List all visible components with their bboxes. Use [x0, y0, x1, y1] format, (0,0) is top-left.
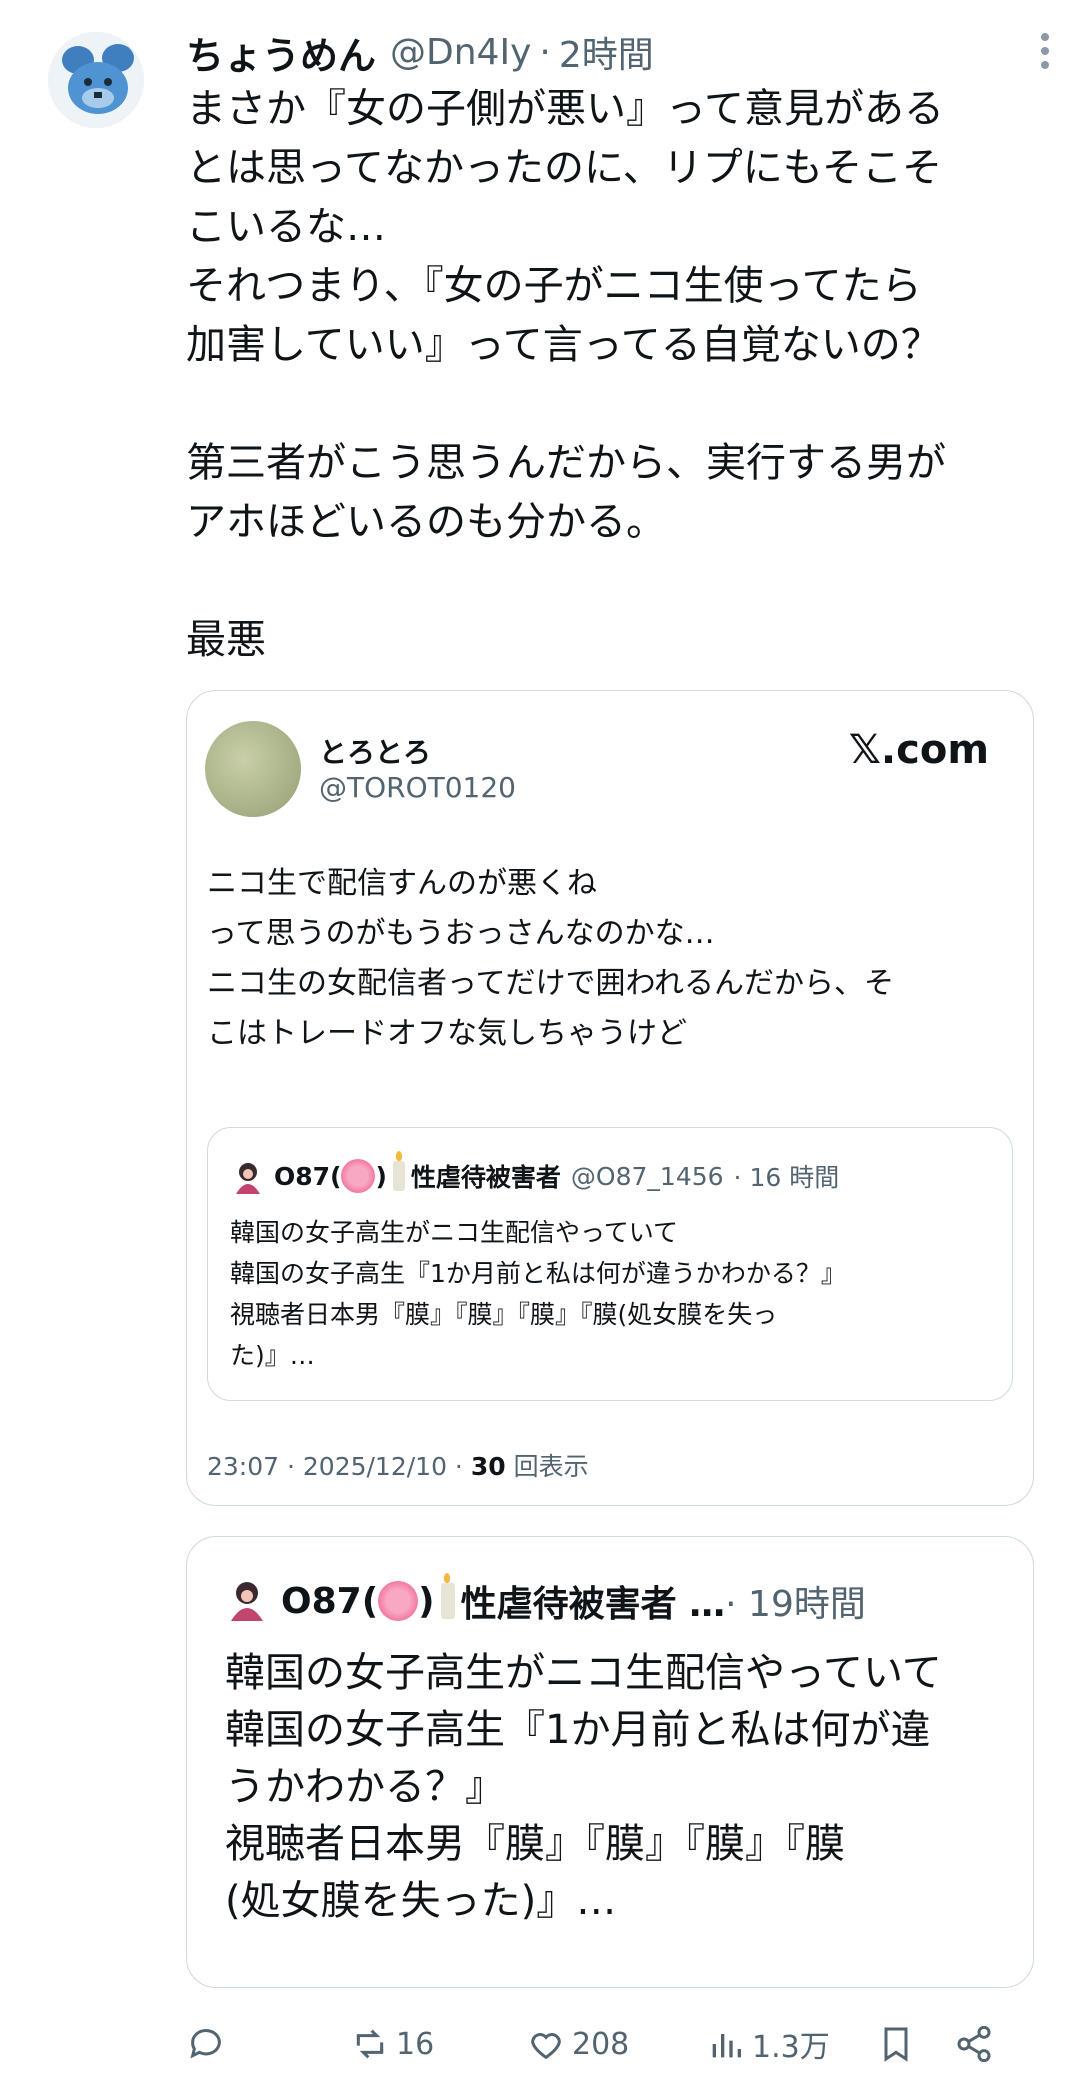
quote-header: O87( ) 性虐待被害者 @O87_1456 · 16 時間 — [274, 1151, 840, 1194]
reply-button[interactable] — [186, 2016, 226, 2072]
retweet-count: 16 — [396, 2026, 435, 2062]
x-logo-icon: 𝕏.com — [848, 727, 989, 773]
quote-handle[interactable]: @O87_1456 — [571, 1162, 724, 1191]
views-chart-icon — [712, 2034, 741, 2058]
quote-time: · 16 時間 — [733, 1163, 840, 1192]
tweet-header: ちょうめん @Dn4Iy · 2時間 — [186, 22, 1050, 82]
cherry-blossom-icon — [341, 1159, 376, 1193]
retweet-button[interactable]: 16 — [350, 2016, 434, 2072]
bookmark-button[interactable] — [876, 2016, 916, 2072]
quoted-tweet-card[interactable]: O87( ) 性虐待被害者 … · 19時間 韓国の女子高生がニコ生配信やってい… — [186, 1536, 1034, 1988]
action-bar: 16 208 1.3万 — [186, 2016, 1066, 2072]
more-options-icon[interactable] — [1030, 28, 1060, 74]
tweet-text: まさか『女の子側が悪い』って意見がある とは思ってなかったのに、リプにもそこそ … — [186, 86, 946, 663]
quoted-header: O87( ) 性虐待被害者 … · 19時間 — [281, 1573, 866, 1627]
embed-display-name[interactable]: とろとろ — [319, 731, 431, 771]
nested-quote-card[interactable]: O87( ) 性虐待被害者 @O87_1456 · 16 時間 韓国の女子高生が… — [207, 1127, 1013, 1401]
embed-text: ニコ生で配信すんのが悪くね って思うのがもうおっさんなのかな… ニコ生の女配信者… — [207, 866, 894, 1051]
bookmark-icon — [884, 2027, 908, 2062]
quote-display-name-suffix[interactable]: ) — [375, 1162, 386, 1191]
quote-avatar-icon — [230, 1160, 266, 1196]
reply-icon — [190, 2029, 221, 2059]
like-count: 208 — [572, 2026, 630, 2062]
avatar[interactable] — [48, 32, 144, 128]
candle-icon — [392, 1151, 405, 1191]
retweet-icon — [356, 2029, 384, 2059]
quoted-display-name-prefix[interactable]: O87( — [281, 1581, 378, 1622]
embed-avatar[interactable] — [205, 721, 301, 817]
quote-display-name[interactable]: 性虐待被害者 — [411, 1158, 561, 1194]
embed-view-count: 30 — [470, 1452, 506, 1481]
embed-timestamp: 23:07 · 2025/12/10 · — [207, 1452, 471, 1481]
share-button[interactable] — [954, 2016, 994, 2072]
embed-view-label: 回表示 — [505, 1452, 589, 1481]
view-count: 1.3万 — [752, 2030, 830, 2065]
embed-handle[interactable]: @TOROT0120 — [319, 771, 516, 804]
user-handle[interactable]: @Dn4Iy — [390, 32, 531, 73]
share-icon — [957, 2025, 991, 2063]
quoted-text: 韓国の女子高生がニコ生配信やっていて 韓国の女子高生『1か月前と私は何が違 うか… — [225, 1650, 942, 1924]
quoted-time: · 19時間 — [725, 1584, 866, 1625]
embedded-link-card[interactable]: とろとろ @TOROT0120 𝕏.com ニコ生で配信すんのが悪くね って思う… — [186, 690, 1034, 1506]
embed-meta: 23:07 · 2025/12/10 · 30 回表示 — [207, 1447, 589, 1483]
heart-icon — [531, 2033, 561, 2060]
candle-icon — [440, 1573, 455, 1619]
quote-display-name-prefix[interactable]: O87( — [274, 1162, 341, 1191]
separator-dot: · — [539, 31, 551, 73]
quoted-avatar-icon — [225, 1579, 269, 1623]
display-name[interactable]: ちょうめん — [186, 25, 376, 80]
views-button[interactable]: 1.3万 — [706, 2016, 830, 2072]
quoted-display-name[interactable]: 性虐待被害者 … — [461, 1575, 726, 1627]
timestamp[interactable]: 2時間 — [559, 26, 654, 78]
quote-text: 韓国の女子高生がニコ生配信やっていて 韓国の女子高生『1か月前と私は何が違うかわ… — [230, 1218, 846, 1370]
quoted-display-name-suffix[interactable]: ) — [418, 1581, 434, 1622]
like-button[interactable]: 208 — [526, 2016, 629, 2072]
cherry-blossom-icon — [378, 1581, 419, 1621]
